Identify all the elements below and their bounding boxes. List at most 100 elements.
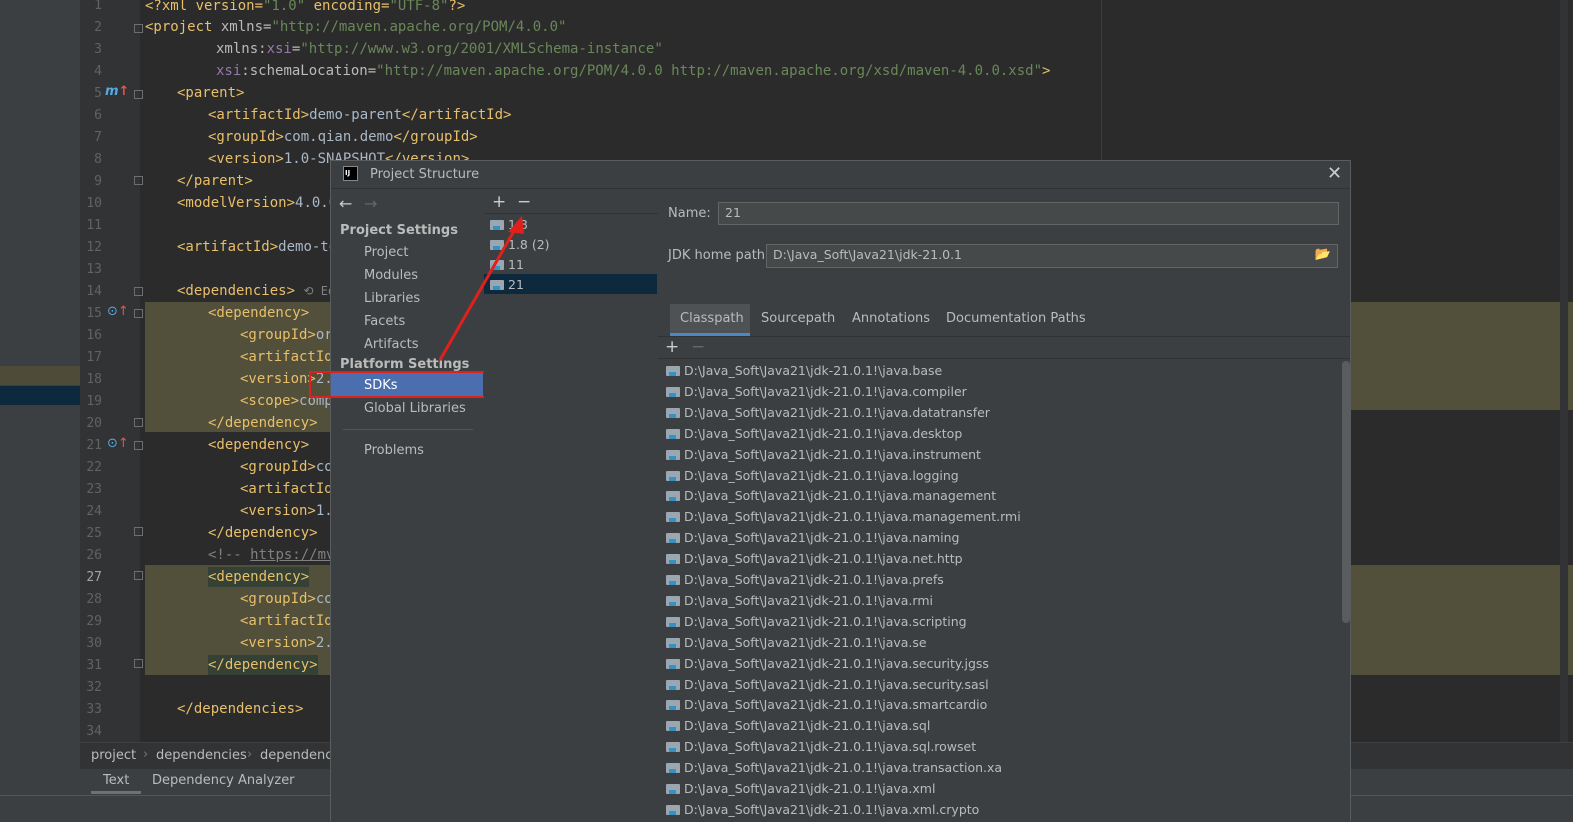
line-number: 2: [94, 20, 102, 35]
fold-icon[interactable]: [134, 176, 143, 185]
sdk-detail-panel: Name: 21 JDK home path: D:\Java_Soft\Jav…: [658, 189, 1350, 822]
line-number: 28: [86, 592, 102, 607]
line-number: 17: [86, 350, 102, 365]
code-line: <dependency>: [208, 567, 310, 587]
classpath-entry[interactable]: D:\Java_Soft\Java21\jdk-21.0.1!\java.sql…: [666, 736, 976, 757]
jdk-home-label: JDK home path:: [668, 248, 770, 263]
jar-folder-icon: [666, 470, 680, 481]
fold-icon[interactable]: [134, 24, 143, 33]
line-number: 30: [86, 636, 102, 651]
remove-icon[interactable]: −: [517, 192, 531, 212]
override-icon[interactable]: ⊙↑: [107, 436, 129, 451]
dialog-title-bar[interactable]: IJ Project Structure ✕: [331, 161, 1350, 189]
classpath-entry[interactable]: D:\Java_Soft\Java21\jdk-21.0.1!\java.log…: [666, 465, 959, 486]
fold-icon[interactable]: [134, 527, 143, 536]
sidebar-item-artifacts[interactable]: Artifacts: [364, 337, 419, 352]
fold-icon[interactable]: [134, 309, 143, 318]
classpath-entry[interactable]: D:\Java_Soft\Java21\jdk-21.0.1!\java.pre…: [666, 569, 944, 590]
fold-icon[interactable]: [134, 418, 143, 427]
classpath-entry[interactable]: D:\Java_Soft\Java21\jdk-21.0.1!\java.scr…: [666, 611, 967, 632]
add-icon[interactable]: +: [665, 337, 679, 357]
list-divider: [658, 358, 1350, 359]
code-line: <groupId>co: [240, 591, 333, 607]
remove-icon[interactable]: −: [691, 337, 705, 357]
classpath-entry-label: D:\Java_Soft\Java21\jdk-21.0.1!\java.sql…: [684, 739, 977, 755]
classpath-entry[interactable]: D:\Java_Soft\Java21\jdk-21.0.1!\java.man…: [666, 506, 1021, 527]
classpath-entry[interactable]: D:\Java_Soft\Java21\jdk-21.0.1!\java.dat…: [666, 402, 990, 423]
fold-icon[interactable]: [134, 287, 143, 296]
forward-arrow-icon[interactable]: →: [364, 194, 377, 213]
code-line: <groupId>or: [240, 327, 333, 343]
line-number: 6: [94, 108, 102, 123]
fold-icon[interactable]: [134, 441, 143, 450]
breadcrumb-item[interactable]: project: [91, 748, 136, 763]
code-line: <version>1.: [240, 503, 333, 519]
editor-scrollbar[interactable]: [1560, 0, 1568, 742]
jdk-home-field[interactable]: D:\Java_Soft\Java21\jdk-21.0.1 📂: [766, 244, 1338, 268]
jar-folder-icon: [666, 742, 680, 753]
classpath-entry[interactable]: D:\Java_Soft\Java21\jdk-21.0.1!\java.man…: [666, 485, 996, 506]
classpath-entry[interactable]: D:\Java_Soft\Java21\jdk-21.0.1!\java.xml…: [666, 799, 979, 820]
classpath-entry-label: D:\Java_Soft\Java21\jdk-21.0.1!\java.pre…: [684, 572, 944, 587]
jar-folder-icon: [666, 637, 680, 648]
tab-classpath[interactable]: Classpath: [670, 304, 750, 336]
fold-icon[interactable]: [134, 571, 143, 580]
classpath-entry-label: D:\Java_Soft\Java21\jdk-21.0.1!\java.rmi: [684, 592, 933, 608]
classpath-entry[interactable]: D:\Java_Soft\Java21\jdk-21.0.1!\java.bas…: [666, 360, 942, 381]
code-line: <dependencies> ⟲ Edi: [177, 281, 342, 301]
sidebar-item-project[interactable]: Project: [364, 245, 408, 260]
name-field[interactable]: 21: [718, 202, 1339, 225]
dependency-highlight-right: [1351, 302, 1573, 410]
tab-dependency-analyzer[interactable]: Dependency Analyzer: [152, 773, 295, 788]
sidebar-item-facets[interactable]: Facets: [364, 314, 405, 329]
sidebar-item-libraries[interactable]: Libraries: [364, 291, 420, 306]
classpath-entry[interactable]: D:\Java_Soft\Java21\jdk-21.0.1!\java.des…: [666, 423, 962, 444]
classpath-entry[interactable]: D:\Java_Soft\Java21\jdk-21.0.1!\java.sec…: [666, 674, 989, 695]
sidebar-item-problems[interactable]: Problems: [364, 443, 424, 458]
code-line: <artifactId>demo-to: [177, 239, 338, 255]
classpath-entry-label: D:\Java_Soft\Java21\jdk-21.0.1!\java.bas…: [684, 363, 943, 378]
code-line: <dependency>: [208, 437, 310, 453]
classpath-list: D:\Java_Soft\Java21\jdk-21.0.1!\java.bas…: [658, 360, 1350, 822]
classpath-entry[interactable]: D:\Java_Soft\Java21\jdk-21.0.1!\java.nam…: [666, 527, 960, 548]
classpath-entry[interactable]: D:\Java_Soft\Java21\jdk-21.0.1!\java.net…: [666, 548, 963, 569]
dialog-title: Project Structure: [370, 167, 480, 182]
fold-icon[interactable]: [134, 90, 143, 99]
breadcrumb-item[interactable]: dependency: [260, 748, 340, 763]
back-arrow-icon[interactable]: ←: [339, 194, 352, 213]
fold-icon[interactable]: [134, 659, 143, 668]
jar-folder-icon: [666, 554, 680, 565]
tab-documentation-paths[interactable]: Documentation Paths: [946, 311, 1086, 326]
maven-parent-icon[interactable]: m↑: [105, 84, 129, 99]
maven-marker-letter: m: [105, 84, 119, 99]
classpath-entry[interactable]: D:\Java_Soft\Java21\jdk-21.0.1!\java.se: [666, 632, 927, 653]
jar-folder-icon: [666, 428, 680, 439]
right-margin-guide: [1101, 0, 1102, 160]
classpath-entry-label: D:\Java_Soft\Java21\jdk-21.0.1!\java.sql: [684, 718, 931, 734]
line-number: 19: [86, 394, 102, 409]
breadcrumb-item[interactable]: dependencies: [156, 748, 247, 763]
classpath-entry-label: D:\Java_Soft\Java21\jdk-21.0.1!\java.xml…: [684, 801, 980, 817]
tab-sourcepath[interactable]: Sourcepath: [761, 311, 835, 326]
classpath-entry[interactable]: D:\Java_Soft\Java21\jdk-21.0.1!\java.ins…: [666, 444, 981, 465]
browse-folder-icon[interactable]: 📂: [1315, 245, 1331, 265]
classpath-entry[interactable]: D:\Java_Soft\Java21\jdk-21.0.1!\java.com…: [666, 381, 967, 402]
line-number: 18: [86, 372, 102, 387]
add-icon[interactable]: +: [492, 192, 506, 212]
classpath-entry[interactable]: D:\Java_Soft\Java21\jdk-21.0.1!\java.rmi: [666, 590, 933, 611]
sidebar-item-global-libraries[interactable]: Global Libraries: [364, 401, 466, 416]
classpath-scrollbar[interactable]: [1342, 361, 1350, 623]
classpath-entry[interactable]: D:\Java_Soft\Java21\jdk-21.0.1!\java.xml: [666, 778, 935, 799]
sidebar-item-modules[interactable]: Modules: [364, 268, 418, 283]
classpath-entry[interactable]: D:\Java_Soft\Java21\jdk-21.0.1!\java.tra…: [666, 757, 1002, 778]
classpath-entry[interactable]: D:\Java_Soft\Java21\jdk-21.0.1!\java.sql: [666, 715, 930, 736]
line-number: 13: [86, 262, 102, 277]
jar-folder-icon: [666, 679, 680, 690]
line-number: 12: [86, 240, 102, 255]
classpath-entry[interactable]: D:\Java_Soft\Java21\jdk-21.0.1!\java.sma…: [666, 694, 987, 715]
close-icon[interactable]: ✕: [1327, 163, 1342, 184]
override-icon[interactable]: ⊙↑: [107, 304, 129, 319]
tab-annotations[interactable]: Annotations: [852, 311, 930, 326]
tab-text[interactable]: Text: [91, 773, 142, 794]
classpath-entry[interactable]: D:\Java_Soft\Java21\jdk-21.0.1!\java.sec…: [666, 653, 989, 674]
